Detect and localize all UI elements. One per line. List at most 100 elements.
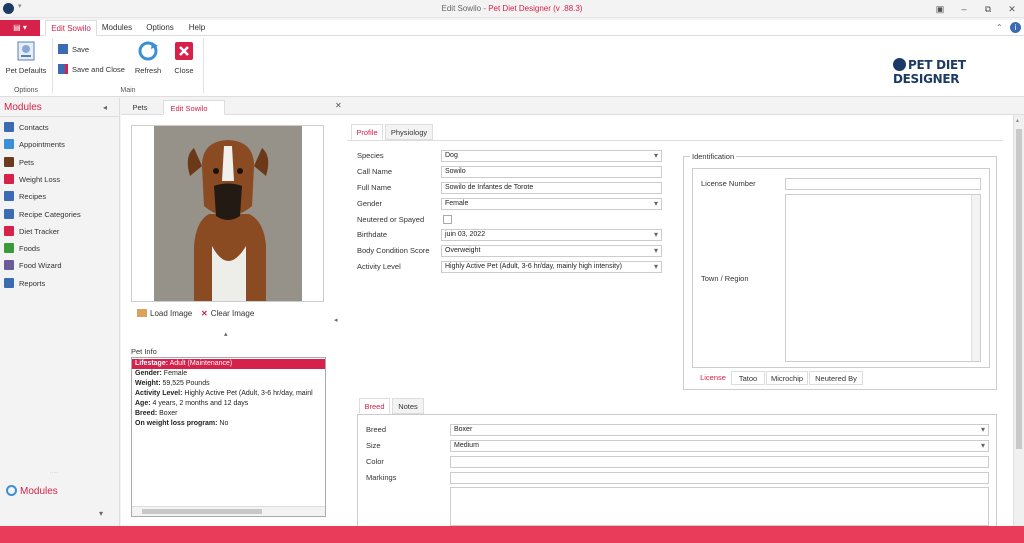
sidebar-item-weight-loss[interactable]: Weight Loss bbox=[4, 171, 60, 188]
tab-options[interactable]: Options bbox=[142, 20, 178, 36]
call-name-input[interactable]: Sowilo bbox=[441, 166, 662, 178]
breed-notes-textarea[interactable] bbox=[450, 487, 989, 526]
tab-notes[interactable]: Notes bbox=[392, 398, 424, 414]
close-icon bbox=[173, 40, 195, 62]
bcs-select[interactable]: Overweight bbox=[441, 245, 662, 257]
tab-help[interactable]: Help bbox=[184, 20, 210, 36]
license-number-label: License Number bbox=[701, 179, 756, 188]
sidebar-item-recipe-categories[interactable]: Recipe Categories bbox=[4, 206, 81, 223]
tab-profile[interactable]: Profile bbox=[351, 124, 383, 140]
full-name-input[interactable]: Sowilo de Infantes de Torote bbox=[441, 182, 662, 194]
sidebar-item-label: Pets bbox=[19, 157, 35, 167]
diet-tracker-icon bbox=[4, 225, 14, 236]
license-number-input[interactable] bbox=[785, 178, 981, 190]
food-wizard-icon bbox=[4, 260, 14, 271]
save-and-close-button[interactable]: Save and Close bbox=[58, 63, 125, 77]
textarea-scrollbar[interactable] bbox=[971, 195, 980, 361]
collapse-left-icon[interactable]: ◂ bbox=[334, 316, 338, 324]
color-input[interactable] bbox=[450, 456, 989, 468]
load-image-button[interactable]: Load Image bbox=[137, 308, 192, 320]
activity-select[interactable]: Highly Active Pet (Adult, 3-6 hr/day, ma… bbox=[441, 261, 662, 273]
pet-info-row[interactable]: Breed: Boxer bbox=[132, 409, 325, 419]
pet-info-row[interactable]: Lifestage: Adult (Maintenance) bbox=[132, 359, 325, 369]
pet-defaults-button[interactable]: Pet Defaults bbox=[4, 40, 48, 75]
id-tab-neutered-by[interactable]: Neutered By bbox=[809, 371, 863, 385]
sidebar-item-appointments[interactable]: Appointments bbox=[4, 136, 65, 153]
breed-select[interactable]: Boxer bbox=[450, 424, 989, 436]
sidebar-footer-modules[interactable]: Modules bbox=[6, 485, 58, 497]
id-tab-license[interactable]: License bbox=[698, 371, 728, 385]
pet-info-row[interactable]: On weight loss program: No bbox=[132, 419, 325, 429]
expand-up-icon[interactable]: ▴ bbox=[224, 330, 228, 338]
maximize-button[interactable]: ⧉ bbox=[982, 3, 994, 15]
birthdate-picker[interactable]: juin 03, 2022 bbox=[441, 229, 662, 241]
sidebar-item-label: Contacts bbox=[19, 123, 49, 132]
clear-image-button[interactable]: ✕ Clear Image bbox=[201, 308, 254, 320]
minimize-button[interactable]: – bbox=[958, 3, 970, 15]
restore-ribbon-icon[interactable]: ▣ bbox=[934, 3, 946, 15]
scroll-up-icon[interactable]: ▴ bbox=[1016, 117, 1019, 124]
file-menu-button[interactable]: ▤ ▾ bbox=[0, 20, 40, 36]
size-select[interactable]: Medium bbox=[450, 440, 989, 452]
sidebar-item-reports[interactable]: Reports bbox=[4, 275, 45, 292]
sidebar-item-label: Reports bbox=[19, 278, 46, 288]
sidebar-item-contacts[interactable]: Contacts bbox=[4, 119, 49, 136]
gender-select[interactable]: Female bbox=[441, 198, 662, 210]
pet-info-key: Gender: bbox=[135, 370, 162, 377]
pet-info-row[interactable]: Activity Level: Highly Active Pet (Adult… bbox=[132, 389, 325, 399]
pet-info-key: On weight loss program: bbox=[135, 420, 218, 427]
save-close-label: Save and Close bbox=[72, 65, 125, 74]
close-window-button[interactable]: ✕ bbox=[1006, 3, 1018, 15]
pet-info-row[interactable]: Weight: 59,525 Pounds bbox=[132, 379, 325, 389]
tab-breed[interactable]: Breed bbox=[359, 398, 390, 414]
group-main-label: Main bbox=[120, 87, 136, 94]
markings-input[interactable] bbox=[450, 472, 989, 484]
collapse-ribbon-icon[interactable]: ⌃ bbox=[996, 23, 1003, 32]
sidebar-item-food-wizard[interactable]: Food Wizard bbox=[4, 257, 62, 274]
pet-info-row[interactable]: Gender: Female bbox=[132, 369, 325, 379]
sidebar-menu-chevron-icon[interactable]: ▾ bbox=[99, 509, 103, 518]
pet-photo bbox=[154, 126, 302, 301]
save-button[interactable]: Save bbox=[58, 43, 89, 57]
tab-edit-sowilo[interactable]: Edit Sowilo bbox=[45, 20, 97, 36]
clear-image-label: Clear Image bbox=[210, 309, 255, 318]
status-bar bbox=[0, 526, 1024, 543]
pet-info-row[interactable]: Age: 4 years, 2 months and 12 days bbox=[132, 399, 325, 409]
horizontal-scrollbar[interactable] bbox=[132, 506, 325, 516]
sidebar-item-label: Appointments bbox=[19, 140, 65, 150]
pet-info-list[interactable]: Lifestage: Adult (Maintenance) Gender: Fe… bbox=[131, 357, 326, 517]
sidebar-item-pets[interactable]: Pets bbox=[4, 154, 34, 171]
pet-info-title: Pet Info bbox=[131, 347, 157, 356]
call-name-label: Call Name bbox=[357, 167, 393, 176]
tab-physiology[interactable]: Physiology bbox=[385, 124, 433, 140]
species-select[interactable]: Dog bbox=[441, 150, 662, 162]
doc-tab-edit-sowilo[interactable]: Edit Sowilo bbox=[163, 100, 225, 115]
sidebar-item-recipes[interactable]: Recipes bbox=[4, 188, 46, 205]
scrollbar-thumb[interactable] bbox=[142, 509, 262, 514]
scroll-thumb[interactable] bbox=[1016, 129, 1022, 449]
id-tab-tatoo[interactable]: Tatoo bbox=[731, 371, 765, 385]
sidebar-item-diet-tracker[interactable]: Diet Tracker bbox=[4, 223, 59, 240]
neutered-checkbox[interactable] bbox=[443, 215, 452, 224]
sidebar-item-foods[interactable]: Foods bbox=[4, 240, 40, 257]
collapse-sidebar-icon[interactable]: ◂ bbox=[103, 103, 107, 112]
pet-info-key: Lifestage: bbox=[135, 360, 169, 367]
close-button[interactable]: Close bbox=[169, 40, 199, 75]
identification-title: Identification bbox=[690, 152, 737, 161]
town-region-textarea[interactable] bbox=[785, 194, 981, 362]
tab-modules[interactable]: Modules bbox=[99, 20, 135, 36]
pet-info-value: Boxer bbox=[157, 410, 178, 417]
refresh-button[interactable]: Refresh bbox=[131, 40, 165, 75]
info-icon[interactable]: i bbox=[1010, 22, 1021, 33]
pet-info-value: No bbox=[217, 420, 229, 427]
doc-tab-pets[interactable]: Pets bbox=[125, 100, 155, 115]
pet-info-key: Weight: bbox=[135, 380, 161, 387]
pet-info-key: Age: bbox=[135, 400, 151, 407]
splitter-grip[interactable]: ∙∙∙∙∙ bbox=[50, 470, 58, 476]
close-tab-icon[interactable]: ✕ bbox=[335, 101, 342, 110]
main-scrollbar[interactable]: ▴ bbox=[1013, 115, 1024, 526]
neutered-label: Neutered or Spayed bbox=[357, 215, 425, 224]
compass-icon bbox=[6, 485, 17, 496]
sidebar-item-label: Food Wizard bbox=[19, 261, 62, 271]
id-tab-microchip[interactable]: Microchip bbox=[766, 371, 808, 385]
